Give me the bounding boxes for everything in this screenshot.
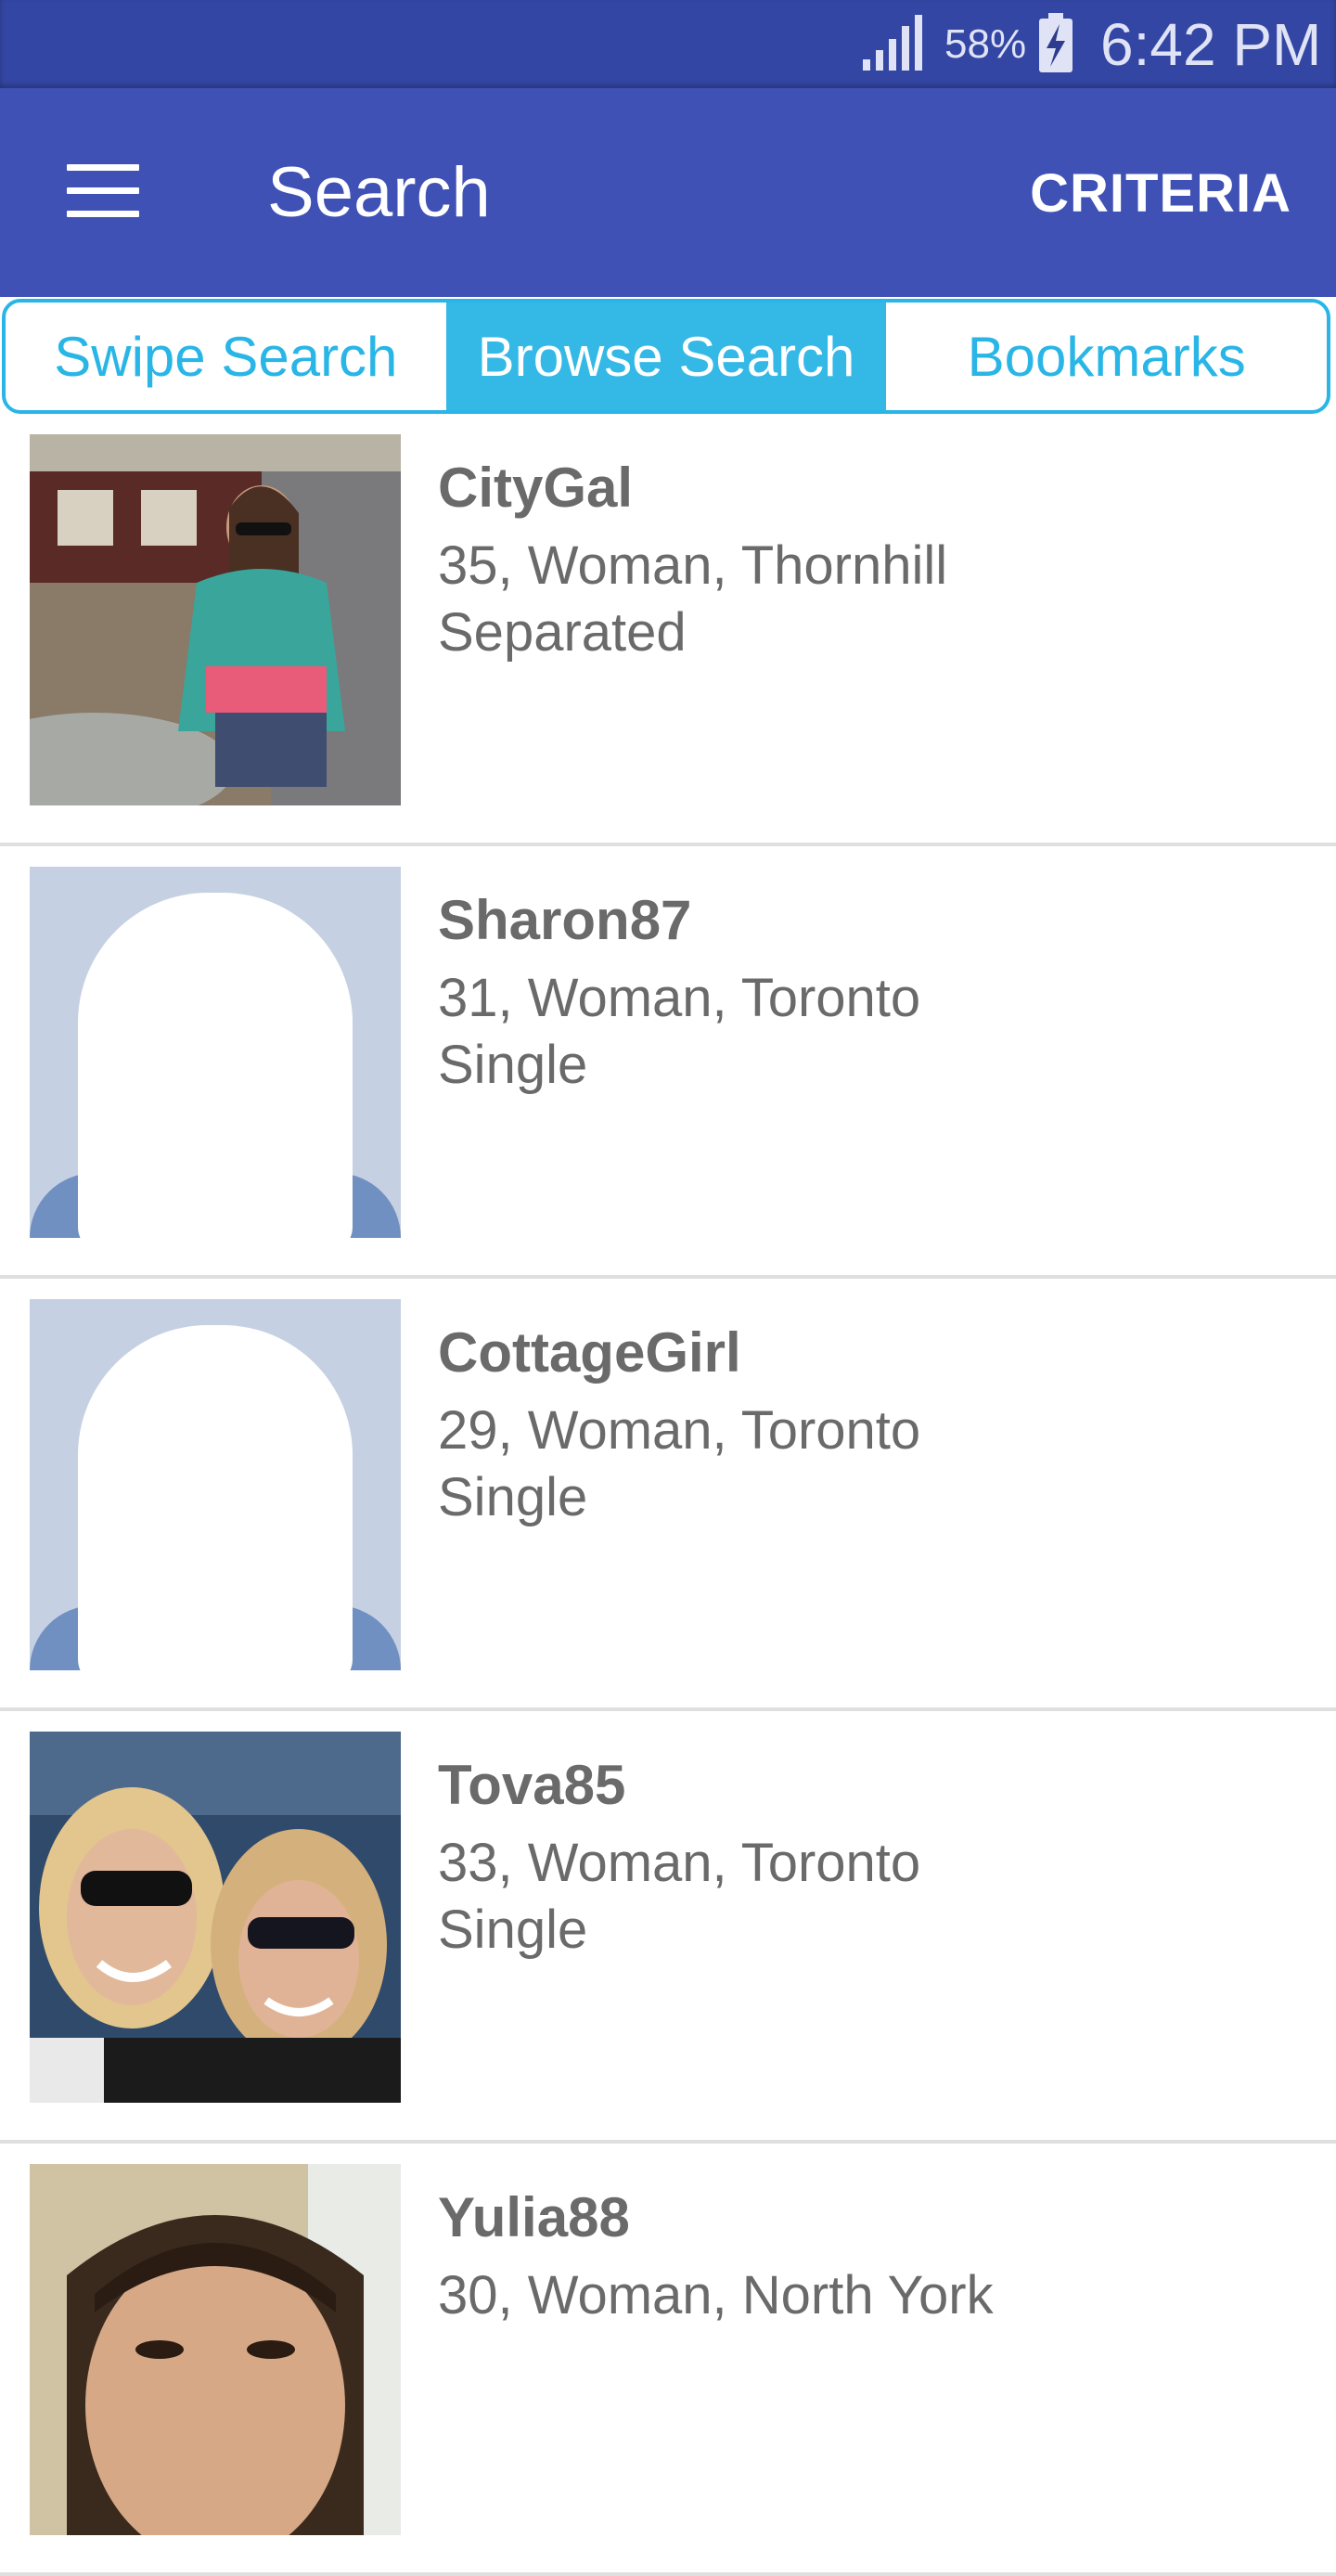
list-item[interactable]: Yulia88 30, Woman, North York [0, 2144, 1336, 2576]
signal-icon [863, 15, 922, 71]
search-mode-tabs: Swipe Search Browse Search Bookmarks [2, 299, 1330, 414]
battery-charging-icon [1039, 13, 1073, 72]
profile-name: Sharon87 [438, 889, 692, 951]
profile-photo [30, 434, 401, 805]
profile-name: Yulia88 [438, 2186, 630, 2248]
profile-details: 31, Woman, Toronto [438, 968, 921, 1028]
clock: 6:42 PM [1100, 11, 1322, 78]
list-item[interactable]: Sharon87 31, Woman, Toronto Single [0, 846, 1336, 1279]
status-bar: 58% 6:42 PM [0, 0, 1336, 88]
profile-info: Sharon87 31, Woman, Toronto Single [438, 883, 920, 1099]
profile-photo [30, 2164, 401, 2535]
profile-details: 30, Woman, North York [438, 2265, 994, 2325]
profile-photo [30, 1732, 401, 2103]
list-item[interactable]: CityGal 35, Woman, Thornhill Separated [0, 414, 1336, 846]
tab-bookmarks[interactable]: Bookmarks [886, 303, 1327, 410]
hamburger-menu-icon[interactable] [67, 164, 139, 218]
criteria-button[interactable]: CRITERIA [1030, 161, 1291, 227]
profile-name: CityGal [438, 457, 634, 519]
profile-status: Single [438, 1035, 588, 1095]
battery-percent: 58% [944, 21, 1027, 67]
profile-info: Yulia88 30, Woman, North York [438, 2181, 994, 2329]
profile-name: CottageGirl [438, 1321, 741, 1384]
profile-details: 35, Woman, Thornhill [438, 535, 948, 596]
tab-browse-search[interactable]: Browse Search [445, 303, 887, 410]
profile-status: Single [438, 1900, 588, 1960]
profile-details: 29, Woman, Toronto [438, 1400, 921, 1461]
profile-info: CityGal 35, Woman, Thornhill Separated [438, 451, 947, 666]
profile-name: Tova85 [438, 1754, 626, 1816]
list-item[interactable]: CottageGirl 29, Woman, Toronto Single [0, 1279, 1336, 1711]
default-avatar-icon [30, 1299, 401, 1670]
app-bar: Search CRITERIA [0, 88, 1336, 297]
profile-status: Single [438, 1467, 588, 1527]
profile-details: 33, Woman, Toronto [438, 1833, 921, 1893]
profile-info: Tova85 33, Woman, Toronto Single [438, 1748, 920, 1964]
profile-info: CottageGirl 29, Woman, Toronto Single [438, 1316, 920, 1531]
list-item[interactable]: Tova85 33, Woman, Toronto Single [0, 1711, 1336, 2144]
default-avatar-icon [30, 867, 401, 1238]
tab-swipe-search[interactable]: Swipe Search [6, 303, 446, 410]
page-title: Search [267, 153, 491, 232]
profile-status: Separated [438, 602, 687, 663]
search-results-list: CityGal 35, Woman, Thornhill Separated S… [0, 414, 1336, 2576]
